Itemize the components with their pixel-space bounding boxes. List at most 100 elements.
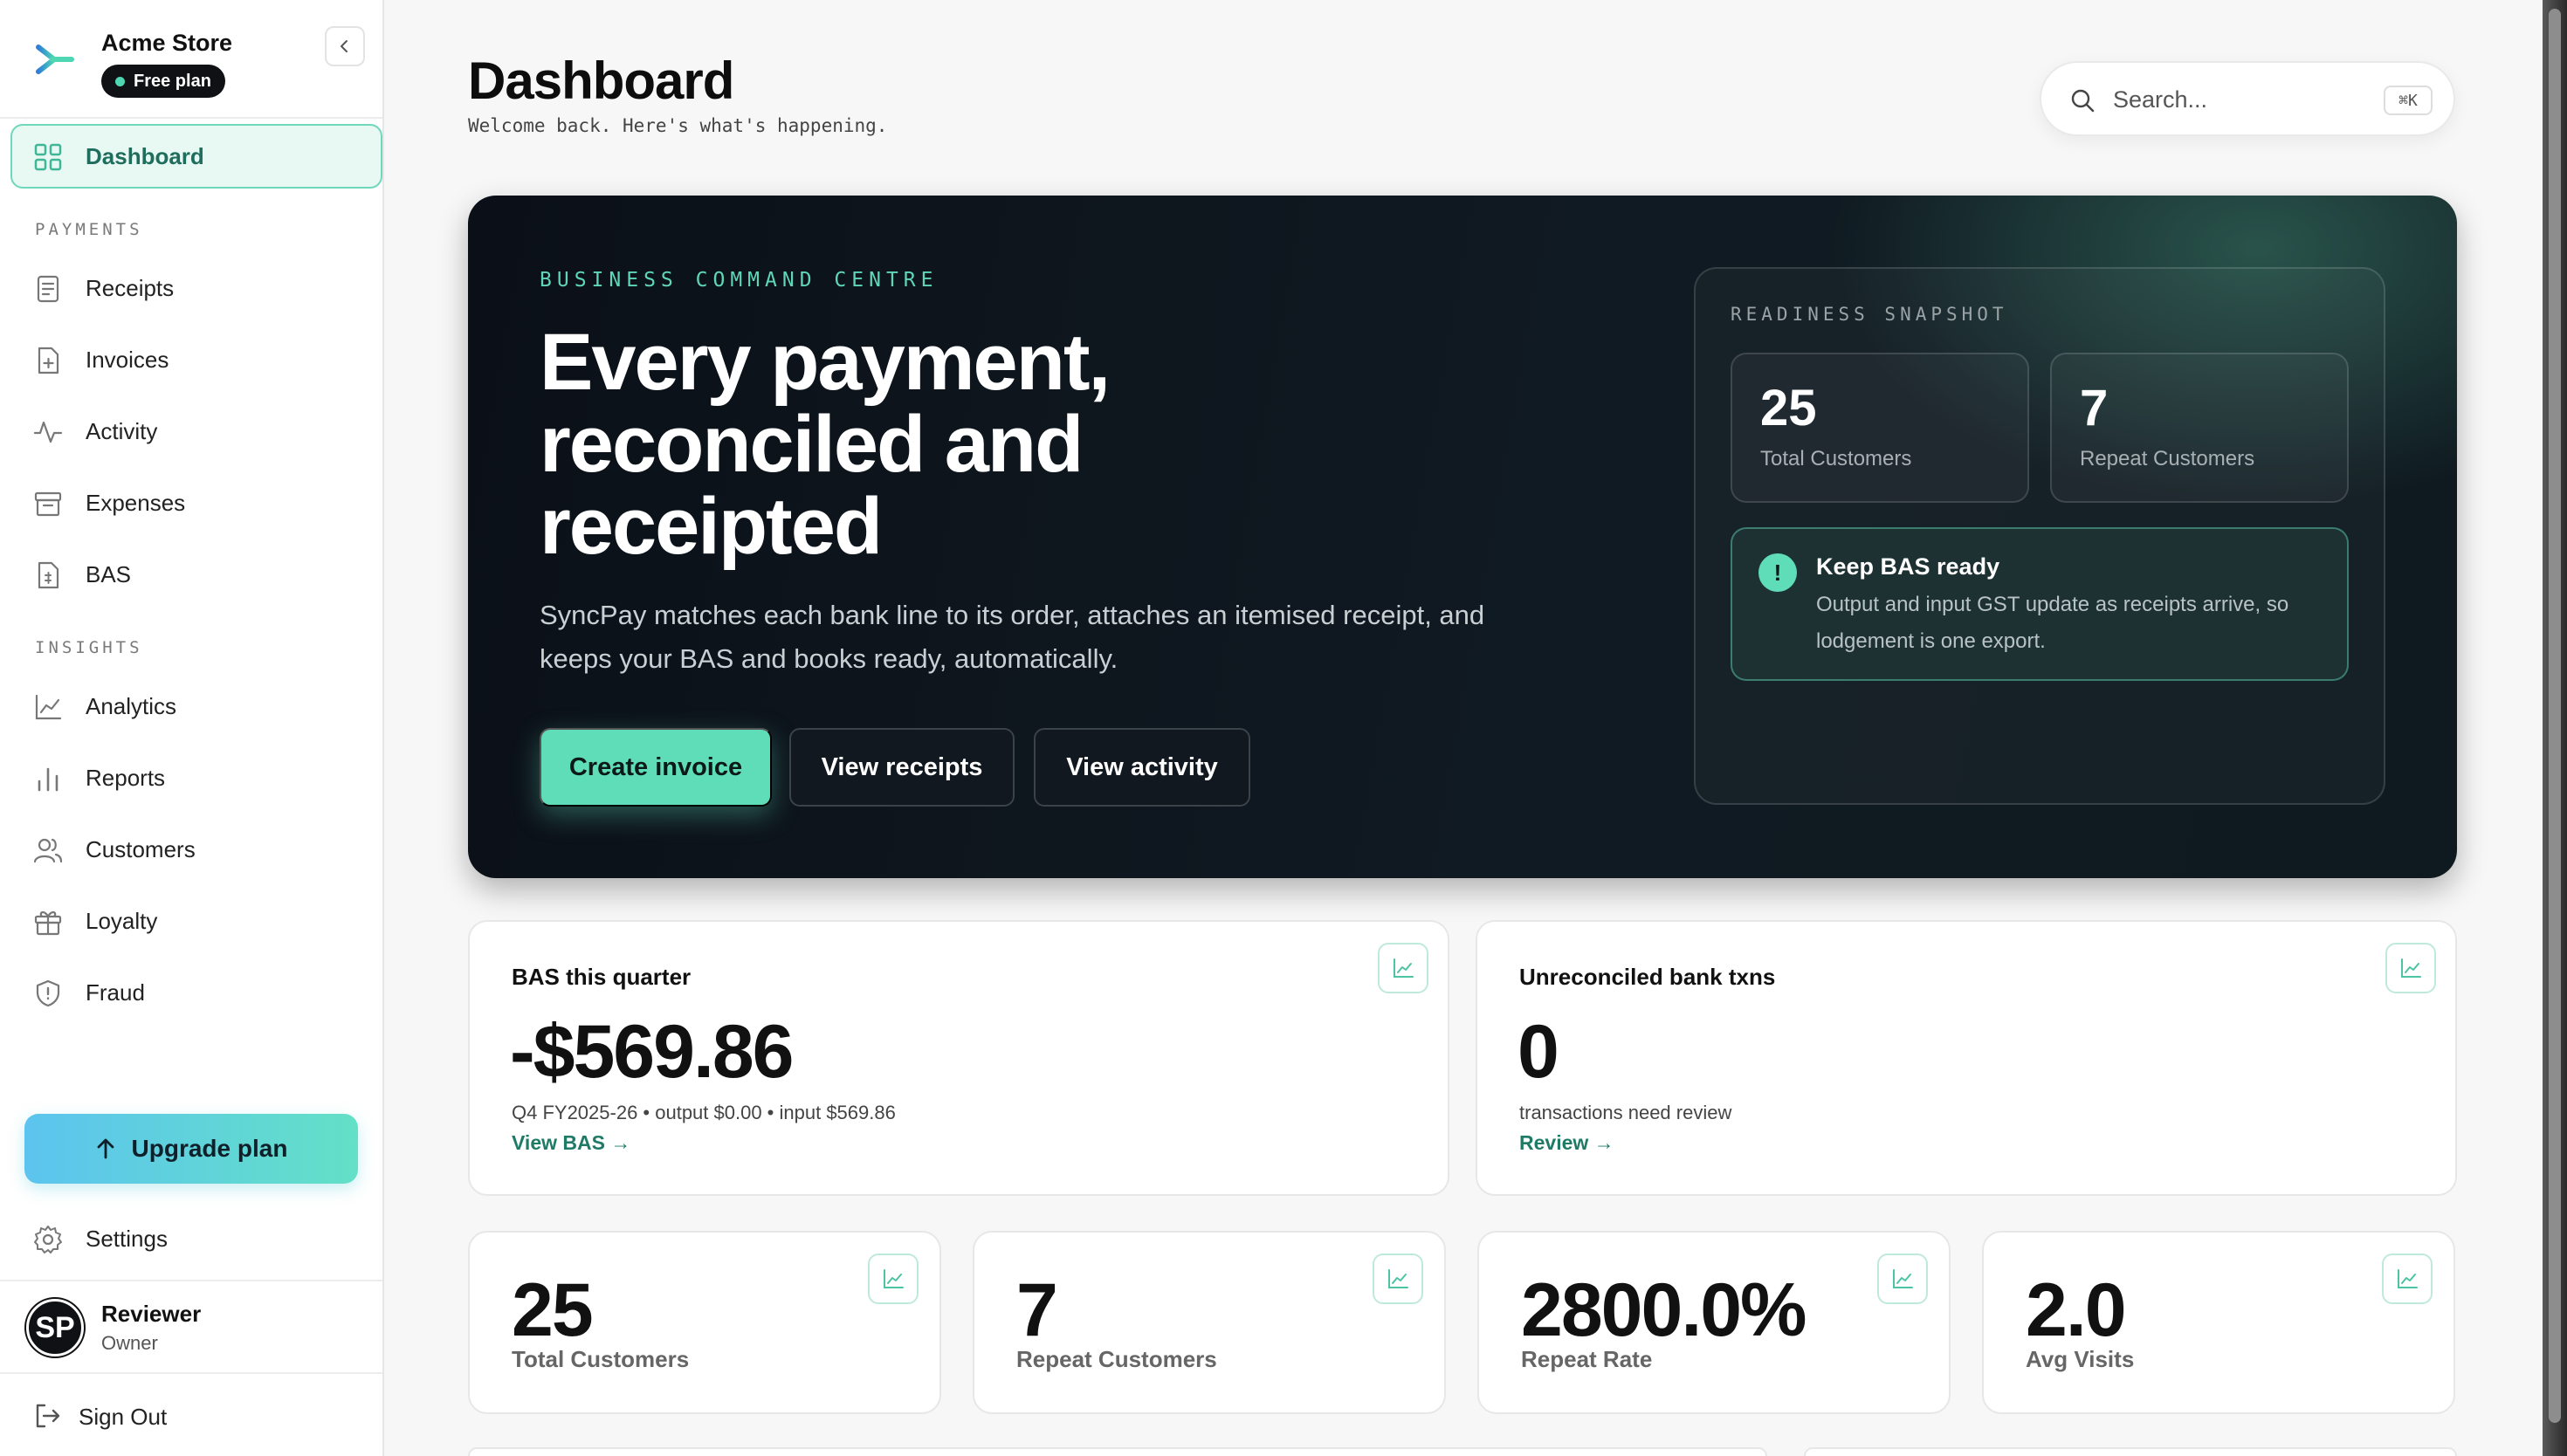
card-title: BAS this quarter bbox=[512, 964, 692, 990]
page-scrollbar[interactable] bbox=[2543, 0, 2567, 1456]
stat-card-repeat-customers: 7 Repeat Customers bbox=[973, 1231, 1446, 1414]
card-label: Repeat Customers bbox=[1016, 1346, 1217, 1372]
shield-icon bbox=[36, 979, 60, 1007]
collapse-sidebar-button[interactable] bbox=[325, 26, 365, 66]
sidebar: Acme Store Free plan Dashboard PAYMENTS … bbox=[0, 0, 384, 1456]
search-input[interactable] bbox=[2113, 82, 2357, 117]
hero-description: SyncPay matches each bank line to its or… bbox=[540, 600, 1485, 674]
sidebar-item-activity[interactable]: Activity bbox=[10, 399, 382, 464]
stat-card-avg-visits: 2.0 Avg Visits bbox=[1982, 1231, 2455, 1414]
chart-icon[interactable] bbox=[868, 1253, 919, 1304]
upgrade-plan-label: Upgrade plan bbox=[131, 1135, 288, 1162]
sidebar-item-bas[interactable]: BAS bbox=[10, 542, 382, 607]
alert-icon: ! bbox=[1758, 553, 1797, 592]
sidebar-item-label: Dashboard bbox=[86, 142, 204, 169]
stat-card-total-customers: 25 Total Customers bbox=[468, 1231, 941, 1414]
customers-icon bbox=[33, 838, 63, 863]
section-label-payments: PAYMENTS bbox=[35, 220, 143, 239]
activity-icon bbox=[33, 421, 63, 443]
sidebar-item-analytics[interactable]: Analytics bbox=[10, 674, 382, 738]
section-label-insights: INSIGHTS bbox=[35, 638, 143, 657]
sidebar-item-label: Invoices bbox=[86, 346, 169, 373]
page-subtitle: Welcome back. Here's what's happening. bbox=[468, 115, 888, 136]
sidebar-item-customers[interactable]: Customers bbox=[10, 817, 382, 882]
card-label: Repeat Rate bbox=[1521, 1346, 1653, 1372]
snapshot-stat-repeat-customers: 7 Repeat Customers bbox=[2050, 353, 2349, 503]
sidebar-item-settings[interactable]: Settings bbox=[10, 1206, 382, 1271]
card-value: 2.0 bbox=[2026, 1268, 2127, 1352]
brand-header: Acme Store Free plan bbox=[0, 0, 382, 119]
sidebar-item-label: Analytics bbox=[86, 692, 177, 719]
chart-icon[interactable] bbox=[1877, 1253, 1928, 1304]
chart-icon[interactable] bbox=[1373, 1253, 1423, 1304]
sign-out-icon bbox=[36, 1404, 60, 1428]
sidebar-item-label: Loyalty bbox=[86, 907, 158, 934]
sidebar-item-label: BAS bbox=[86, 560, 132, 587]
plan-label: Free plan bbox=[134, 71, 211, 91]
alert-text: Output and input GST update as receipts … bbox=[1816, 593, 2289, 653]
sidebar-item-label: Customers bbox=[86, 835, 196, 862]
user-role: Owner bbox=[101, 1332, 158, 1354]
bas-ready-alert: ! Keep BAS ready Output and input GST up… bbox=[1731, 527, 2349, 681]
search-icon bbox=[2071, 89, 2095, 113]
hero-eyebrow: BUSINESS COMMAND CENTRE bbox=[540, 269, 939, 292]
snapshot-stat-total-customers: 25 Total Customers bbox=[1731, 353, 2029, 503]
card-value: 25 bbox=[512, 1268, 594, 1352]
sidebar-item-label: Settings bbox=[86, 1225, 168, 1252]
view-receipts-button[interactable]: View receipts bbox=[789, 728, 1015, 807]
sidebar-item-label: Reports bbox=[86, 764, 166, 791]
stat-value: 7 bbox=[2080, 380, 2109, 436]
bas-quarter-card: BAS this quarter -$569.86 Q4 FY2025-26 •… bbox=[468, 920, 1449, 1196]
sidebar-item-receipts[interactable]: Receipts bbox=[10, 256, 382, 320]
card-label: Avg Visits bbox=[2026, 1346, 2135, 1372]
card-meta: transactions need review bbox=[1519, 1102, 1732, 1123]
reports-icon bbox=[38, 767, 58, 792]
stat-value: 25 bbox=[1760, 380, 1817, 436]
chart-icon[interactable] bbox=[2382, 1253, 2433, 1304]
card-meta: Q4 FY2025-26 • output $0.00 • input $569… bbox=[512, 1102, 896, 1123]
scrollbar-thumb[interactable] bbox=[2549, 9, 2561, 1423]
grid-icon bbox=[34, 143, 62, 171]
unreconciled-card: Unreconciled bank txns 0 transactions ne… bbox=[1476, 920, 2457, 1196]
avatar: SP bbox=[26, 1299, 84, 1356]
sidebar-item-loyalty[interactable]: Loyalty bbox=[10, 889, 382, 953]
chart-icon[interactable] bbox=[1378, 943, 1428, 993]
snapshot-title: READINESS SNAPSHOT bbox=[1731, 304, 2008, 325]
sign-out-label: Sign Out bbox=[79, 1404, 168, 1430]
card-value: 2800.0% bbox=[1521, 1268, 1807, 1352]
sidebar-item-invoices[interactable]: Invoices bbox=[10, 327, 382, 392]
card-label: Total Customers bbox=[512, 1346, 690, 1372]
plan-status-dot bbox=[115, 76, 125, 86]
card-value: -$569.86 bbox=[510, 1010, 795, 1094]
card-value: 7 bbox=[1016, 1268, 1058, 1352]
user-profile[interactable]: SP Reviewer Owner bbox=[0, 1280, 382, 1374]
expenses-icon bbox=[34, 491, 62, 517]
sidebar-item-dashboard[interactable]: Dashboard bbox=[10, 124, 382, 189]
stat-label: Total Customers bbox=[1760, 447, 1912, 470]
sidebar-item-expenses[interactable]: Expenses bbox=[10, 470, 382, 535]
hero-banner: BUSINESS COMMAND CENTRE Every payment, r… bbox=[468, 196, 2457, 878]
sidebar-item-reports[interactable]: Reports bbox=[10, 745, 382, 810]
search-shortcut-badge: ⌘K bbox=[2384, 86, 2433, 115]
arrow-up-icon bbox=[97, 1138, 114, 1159]
view-activity-button[interactable]: View activity bbox=[1034, 728, 1250, 807]
gear-icon bbox=[34, 1226, 62, 1253]
hero-title: Every payment, reconciled and receipted bbox=[540, 318, 1111, 571]
search-bar[interactable]: ⌘K bbox=[2040, 61, 2455, 136]
sidebar-item-label: Activity bbox=[86, 417, 158, 444]
plan-badge: Free plan bbox=[101, 65, 225, 98]
chart-icon[interactable] bbox=[2385, 943, 2436, 993]
sign-out-button[interactable]: Sign Out bbox=[0, 1386, 382, 1447]
next-card-peek bbox=[1804, 1447, 2457, 1456]
create-invoice-button[interactable]: Create invoice bbox=[540, 728, 772, 807]
next-card-peek bbox=[468, 1447, 1767, 1456]
analytics-icon bbox=[35, 694, 62, 720]
brand-logo-icon bbox=[36, 45, 74, 74]
sidebar-item-fraud[interactable]: Fraud bbox=[10, 960, 382, 1025]
user-name: Reviewer bbox=[101, 1301, 202, 1327]
view-bas-link[interactable]: View BAS → bbox=[512, 1131, 630, 1155]
review-link[interactable]: Review → bbox=[1519, 1131, 1614, 1155]
page-title: Dashboard bbox=[468, 52, 734, 110]
upgrade-plan-button[interactable]: Upgrade plan bbox=[24, 1114, 358, 1184]
sidebar-item-label: Fraud bbox=[86, 979, 145, 1006]
